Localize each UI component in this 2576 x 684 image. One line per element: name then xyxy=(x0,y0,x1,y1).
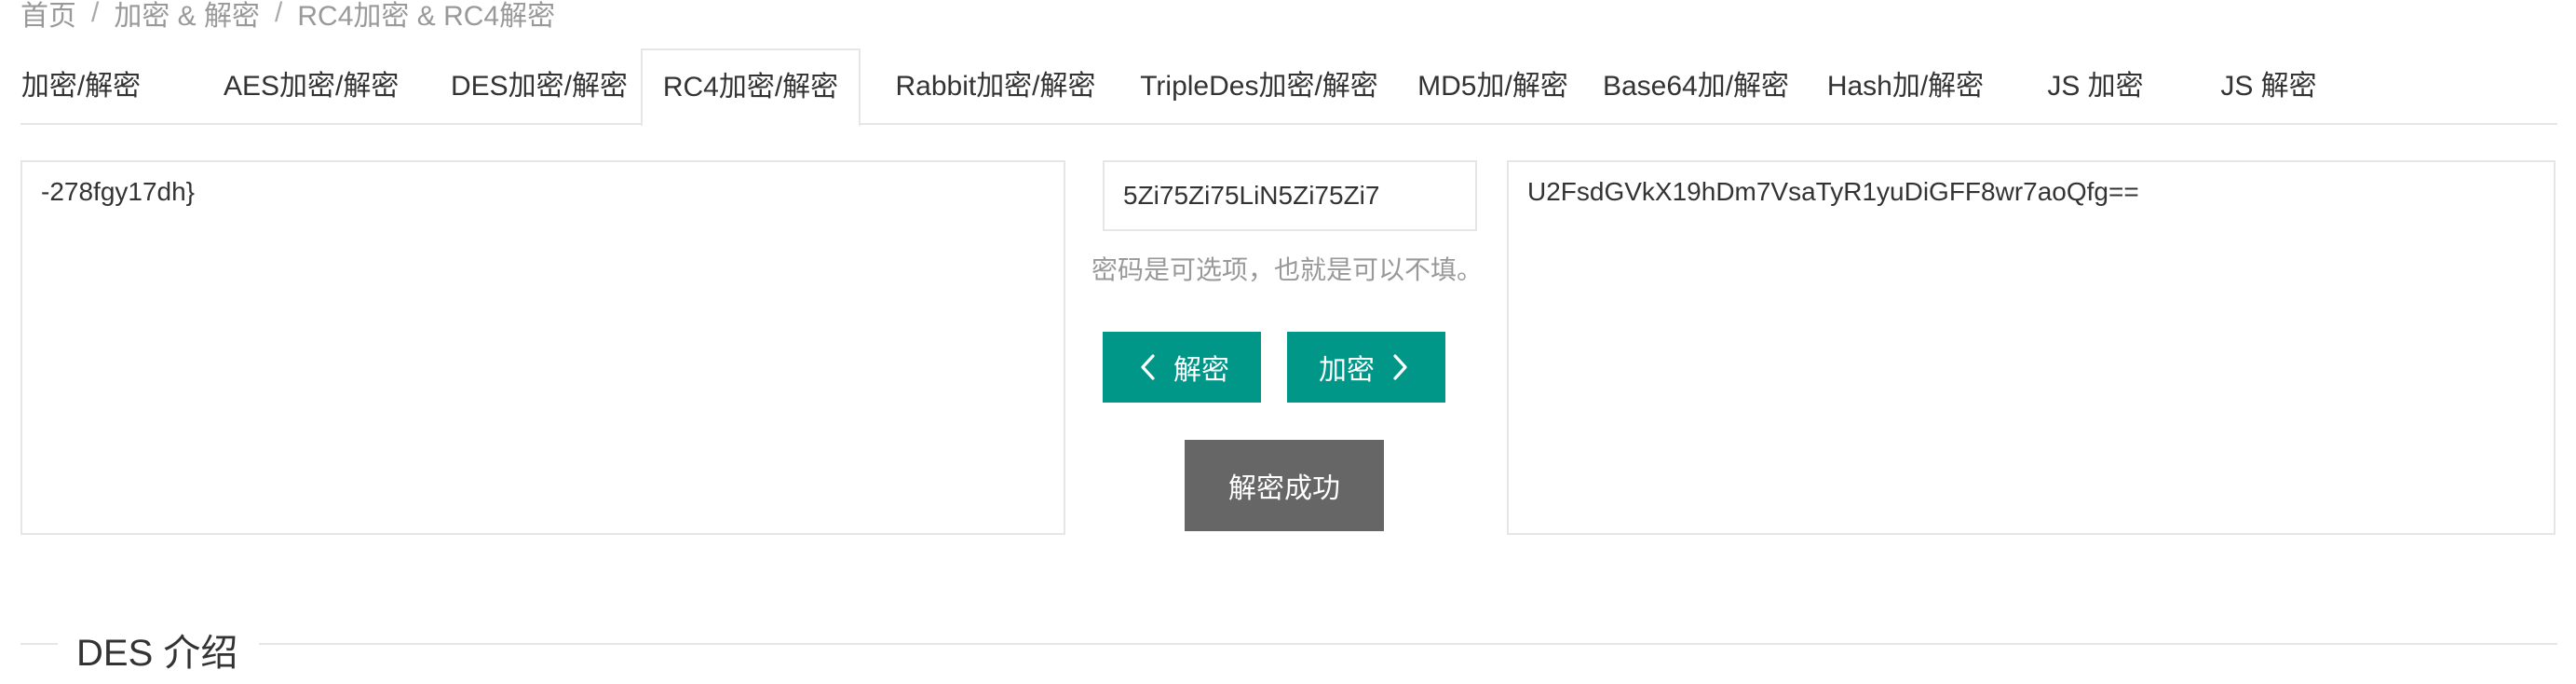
tab-aes[interactable]: AES加密/解密 xyxy=(224,48,399,125)
plaintext-textarea[interactable]: -278fgy17dh} xyxy=(20,160,1065,535)
tab-label: AES加密/解密 xyxy=(224,71,400,102)
decrypt-button-label: 解密 xyxy=(1173,355,1229,386)
breadcrumb-category[interactable]: 加密 & 解密 xyxy=(114,0,260,34)
divider xyxy=(20,643,58,645)
breadcrumb: 首页 / 加密 & 解密 / RC4加密 & RC4解密 xyxy=(20,0,555,32)
status-message-label: 解密成功 xyxy=(1228,473,1340,504)
decrypt-button[interactable]: 解密 xyxy=(1103,332,1261,403)
tab-label: 加密/解密 xyxy=(20,71,142,102)
tab-label: DES加密/解密 xyxy=(451,71,629,102)
password-hint: 密码是可选项，也就是可以不填。 xyxy=(1091,255,1483,284)
tab-encrypt-decrypt[interactable]: 加密/解密 xyxy=(20,48,142,125)
tab-tripledes[interactable]: TripleDes加密/解密 xyxy=(1131,48,1388,125)
breadcrumb-current: RC4加密 & RC4解密 xyxy=(297,1,556,32)
tab-label: Rabbit加密/解密 xyxy=(895,71,1096,102)
tab-label: Base64加/解密 xyxy=(1602,71,1790,102)
tab-md5[interactable]: MD5加/解密 xyxy=(1414,48,1572,125)
section-header: DES 介绍 xyxy=(20,619,2557,684)
breadcrumb-home[interactable]: 首页 xyxy=(20,0,76,34)
tab-des[interactable]: DES加密/解密 xyxy=(451,48,629,125)
status-message: 解密成功 xyxy=(1185,440,1384,531)
tab-rabbit[interactable]: Rabbit加密/解密 xyxy=(888,48,1103,125)
breadcrumb-separator: / xyxy=(275,0,283,28)
section-title: DES 介绍 xyxy=(76,633,238,674)
breadcrumb-separator: / xyxy=(91,0,100,28)
tab-label: Hash加/解密 xyxy=(1826,71,1985,102)
chevron-right-icon xyxy=(1393,354,1407,380)
ciphertext-textarea[interactable]: U2FsdGVkX19hDm7VsaTyR1yuDiGFF8wr7aoQfg== xyxy=(1507,160,2556,535)
divider xyxy=(259,643,2557,645)
tab-label: TripleDes加密/解密 xyxy=(1140,71,1378,102)
tab-base64[interactable]: Base64加/解密 xyxy=(1596,48,1796,125)
tab-label: JS 加密 xyxy=(2047,71,2144,102)
tool-tabs: 加密/解密 AES加密/解密 DES加密/解密 RC4加密/解密 Rabbit加… xyxy=(20,48,2557,127)
password-input[interactable] xyxy=(1103,160,1477,231)
tab-js-encrypt[interactable]: JS 加密 xyxy=(2041,48,2149,125)
tab-hash[interactable]: Hash加/解密 xyxy=(1820,48,1991,125)
tab-rc4[interactable]: RC4加密/解密 xyxy=(641,48,861,127)
chevron-left-icon xyxy=(1141,354,1155,380)
tab-js-decrypt[interactable]: JS 解密 xyxy=(2215,48,2323,125)
tab-label: RC4加密/解密 xyxy=(662,72,839,103)
encrypt-button-label: 加密 xyxy=(1319,355,1375,386)
tab-label: MD5加/解密 xyxy=(1417,71,1568,102)
encrypt-button[interactable]: 加密 xyxy=(1287,332,1445,403)
tab-label: JS 解密 xyxy=(2220,71,2317,102)
